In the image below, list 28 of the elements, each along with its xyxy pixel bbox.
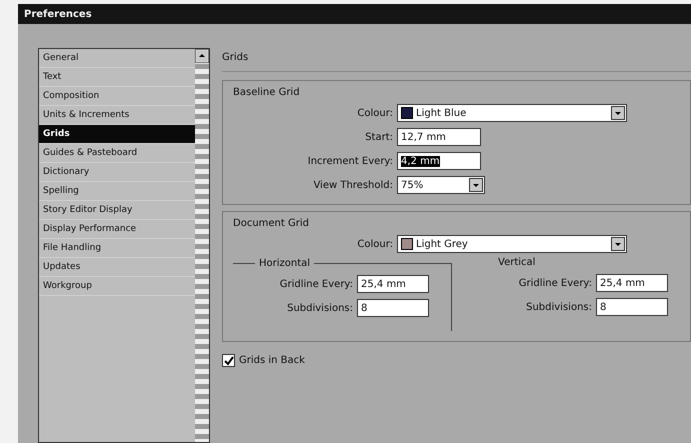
input-field[interactable]: 25,4 mm [357,275,429,293]
field-label: Colour: [356,108,394,118]
input-field[interactable]: 8 [596,298,668,316]
window-title: Preferences [24,8,92,20]
field-label: Increment Every: [306,156,394,166]
input-field[interactable]: 4,2 mm [397,152,481,170]
threshold-combo-box[interactable]: 75% [397,176,485,194]
field-label: Gridline Every: [278,278,354,290]
field-label: Colour: [356,238,394,250]
scroll-up-arrow-icon[interactable] [195,49,209,63]
field-label: Subdivisions: [286,302,354,314]
field-label: Start: [364,132,394,142]
field-label: Subdivisions: [525,302,593,312]
scrollbar[interactable] [195,49,209,442]
colour-dropdown[interactable]: Light Grey [397,235,627,253]
group-title: Document Grid [233,218,310,229]
checkbox[interactable] [222,354,235,367]
input-field[interactable]: 8 [357,299,429,317]
list-item[interactable]: Grids [39,125,195,144]
field-label: Gridline Every: [518,278,593,288]
panel-title: Grids [222,52,691,72]
input-field[interactable]: 12,7 mm [397,128,481,146]
input-field[interactable]: 25,4 mm [596,274,668,292]
group-title: Horizontal [255,258,314,269]
group-title: Baseline Grid [233,87,301,98]
checkbox-label: Grids in Back [239,355,305,366]
colour-dropdown[interactable]: Light Blue [397,104,627,122]
field-label: View Threshold: [312,180,394,190]
